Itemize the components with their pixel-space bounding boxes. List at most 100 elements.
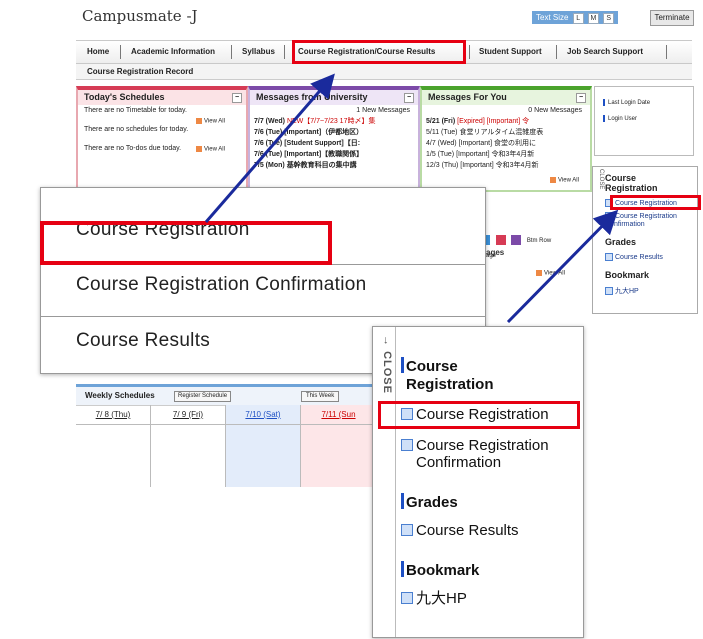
- sidebar-heading-bookmark: Bookmark: [401, 561, 479, 580]
- sidebar-menu: CLOSE Course Registration Course Registr…: [592, 166, 698, 314]
- day-column[interactable]: 7/ 8 (Thu): [76, 405, 151, 487]
- text-size-label: Text Size: [536, 13, 569, 22]
- category-badge[interactable]: [495, 235, 506, 245]
- sidebar-item-course-results[interactable]: Course Results: [401, 522, 519, 539]
- subnav-course-registration-record[interactable]: Course Registration Record: [87, 67, 193, 76]
- message-row[interactable]: 12/3 (Thu) [Important] 令和3年4月新: [422, 160, 590, 171]
- menu-item-icon: [605, 212, 613, 220]
- nav-separator: [666, 45, 667, 59]
- menu-item-course-registration-confirmation[interactable]: Course Registration Confirmation: [76, 274, 367, 296]
- collapse-icon[interactable]: −: [404, 93, 414, 103]
- collapse-icon[interactable]: −: [232, 93, 242, 103]
- panel-title: Messages For You: [428, 92, 507, 102]
- marker-bar: [603, 99, 605, 106]
- panel-text-fragment: age: [486, 253, 497, 259]
- text-size-small-button[interactable]: S: [603, 13, 615, 24]
- sidebar-heading-course-registration: Course Registration: [605, 173, 658, 193]
- arrow-icon: [550, 177, 556, 183]
- sidebar-item-course-results[interactable]: Course Results: [605, 253, 663, 261]
- view-all-link[interactable]: View All: [196, 118, 225, 125]
- arrow-icon: [536, 270, 542, 276]
- highlight-box-zoom-menu: [40, 221, 332, 265]
- nav-separator: [120, 45, 121, 59]
- sidebar-item-bookmark[interactable]: 九大HP: [605, 286, 639, 296]
- nav-job-search-support[interactable]: Job Search Support: [567, 47, 643, 56]
- new-message-count: 0 New Messages: [528, 107, 582, 114]
- menu-item-icon: [605, 287, 613, 296]
- message-row[interactable]: 1/5 (Tue) [Important] 令和3年4月新: [422, 149, 590, 160]
- panel-title: Messages from University: [256, 92, 368, 102]
- menu-item-icon: [605, 253, 613, 261]
- new-message-count: 1 New Messages: [356, 107, 410, 114]
- menu-item-icon: [401, 524, 413, 536]
- this-week-button[interactable]: This Week: [301, 391, 340, 402]
- highlight-box-zoom-sidebar: [378, 401, 580, 429]
- text-size-control: Text Size L M S: [532, 11, 619, 24]
- login-user-label: Login User: [608, 116, 638, 123]
- day-column[interactable]: 7/11 (Sun: [301, 405, 376, 487]
- day-column[interactable]: 7/10 (Sat): [226, 405, 301, 487]
- message-row[interactable]: 5/21 (Fri) [Expired] [Important] 令: [422, 116, 590, 127]
- schedule-message: There are no schedules for today.: [84, 126, 189, 133]
- sidebar-heading-bookmark: Bookmark: [605, 270, 650, 280]
- message-row[interactable]: 5/11 (Tue) 食堂リアルタイム混雑度表: [422, 127, 590, 138]
- panel-title: Weekly Schedules: [85, 391, 155, 400]
- marker-bar: [603, 115, 605, 123]
- message-row[interactable]: 7/6 (Tue) [Student Support]【日:: [250, 138, 418, 149]
- menu-item-icon: [401, 439, 413, 451]
- highlight-box-nav: [292, 40, 466, 64]
- message-row[interactable]: 4/7 (Wed) [Important] 食堂の利用に: [422, 138, 590, 149]
- sidebar-divider: [395, 327, 396, 637]
- nav-syllabus[interactable]: Syllabus: [242, 47, 275, 56]
- panel-title: Today's Schedules: [84, 92, 165, 102]
- messages-for-you-panel: Messages For You − 0 New Messages 5/21 (F…: [420, 86, 592, 192]
- menu-divider: [41, 316, 485, 317]
- sidebar-heading-grades: Grades: [605, 237, 637, 247]
- login-info-box: Last Login Date Login User: [594, 86, 694, 156]
- arrow-icon: [196, 146, 202, 152]
- sidebar-item-course-registration-confirmation[interactable]: Course Registration Confirmation: [605, 212, 693, 229]
- text-size-medium-button[interactable]: M: [587, 13, 599, 24]
- view-all-link[interactable]: View All: [550, 177, 579, 184]
- nav-separator: [231, 45, 232, 59]
- schedule-message: There are no Timetable for today.: [84, 107, 187, 114]
- marker-bar: [401, 357, 404, 373]
- message-row[interactable]: 7/6 (Tue) [Important]【教職関係】: [250, 149, 418, 160]
- menu-item-course-results[interactable]: Course Results: [76, 330, 210, 352]
- todays-schedules-panel: Today's Schedules − There are no Timetabl…: [76, 86, 248, 192]
- sidebar-item-course-registration-confirmation[interactable]: Course Registration Confirmation: [401, 437, 549, 471]
- sidebar-heading-grades: Grades: [401, 493, 458, 512]
- register-schedule-button[interactable]: Register Schedule: [174, 391, 232, 402]
- bottom-row-label: Btm Row: [526, 237, 552, 244]
- view-all-link[interactable]: View All: [196, 146, 225, 153]
- sidebar-close-toggle[interactable]: CLOSE: [594, 169, 604, 209]
- nav-academic-information[interactable]: Academic Information: [131, 47, 215, 56]
- category-badge[interactable]: [511, 235, 522, 245]
- marker-bar: [401, 493, 404, 509]
- menu-item-icon: [401, 592, 413, 604]
- nav-separator: [284, 45, 285, 59]
- portal-screen: Campusmate -J Text Size L M S Terminate …: [0, 0, 703, 639]
- message-row[interactable]: 7/5 (Mon) 基幹教育科目の集中講: [250, 160, 418, 171]
- terminate-button[interactable]: Terminate: [650, 10, 694, 26]
- text-size-large-button[interactable]: L: [572, 13, 584, 24]
- sidebar-heading-course-registration: Course Registration: [401, 357, 494, 394]
- zoomed-sidebar-menu: → CLOSE Course Registration Course Regist…: [372, 326, 584, 638]
- day-column[interactable]: 7/ 9 (Fri): [151, 405, 226, 487]
- messages-from-university-panel: Messages from University − 1 New Messages…: [248, 86, 420, 192]
- marker-bar: [401, 561, 404, 577]
- nav-home[interactable]: Home: [87, 47, 109, 56]
- sub-nav: Course Registration Record: [76, 64, 692, 80]
- nav-separator: [556, 45, 557, 59]
- collapse-icon[interactable]: −: [576, 93, 586, 103]
- message-row[interactable]: 7/7 (Wed) NEW【7/7~7/23 17時〆】集: [250, 116, 418, 127]
- arrow-icon: [196, 118, 202, 124]
- last-login-label: Last Login Date: [608, 100, 651, 107]
- nav-student-support[interactable]: Student Support: [479, 47, 542, 56]
- message-row[interactable]: 7/6 (Tue) [Important]（伊都地区）: [250, 127, 418, 138]
- nav-separator: [469, 45, 470, 59]
- highlight-box-sidebar: [610, 195, 701, 210]
- view-all-link[interactable]: View All: [536, 270, 565, 277]
- weekly-schedules-panel: Weekly Schedules Register Schedule This …: [76, 384, 376, 487]
- sidebar-item-bookmark[interactable]: 九大HP: [401, 590, 467, 607]
